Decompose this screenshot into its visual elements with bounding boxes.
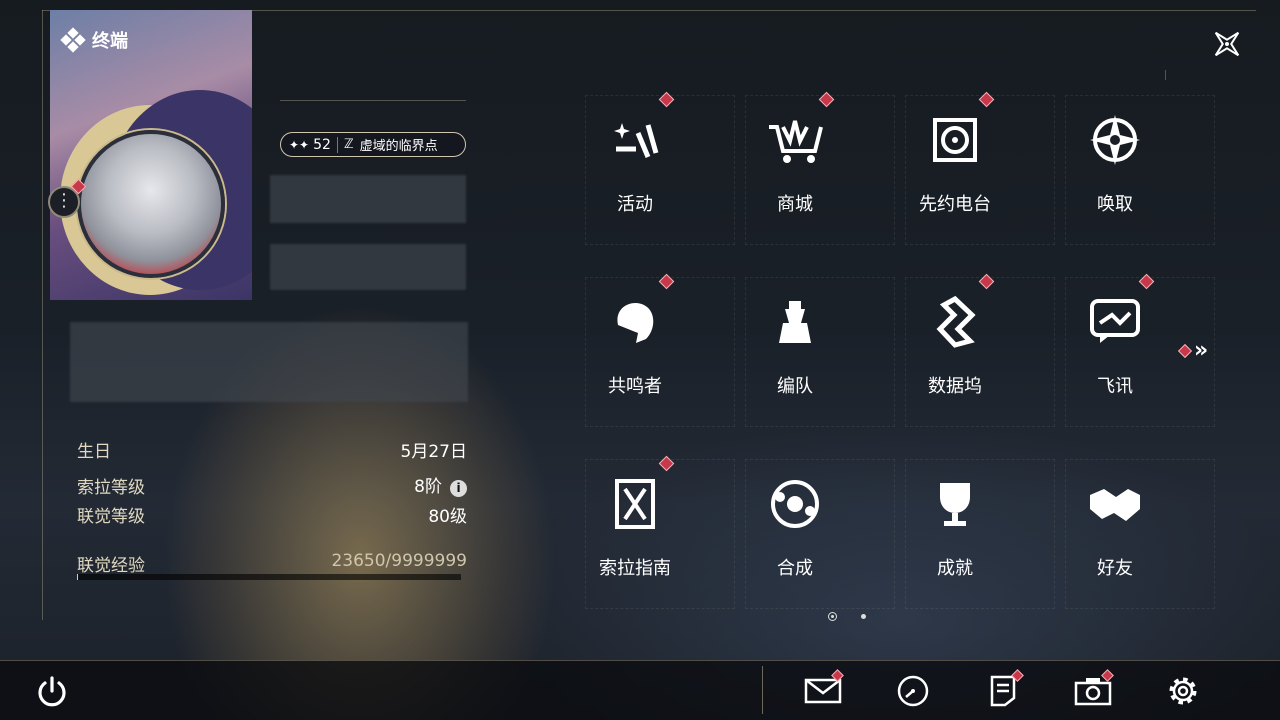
union-exp-value: 23650/9999999 — [331, 551, 467, 571]
level-group: ✦✦ 52 — [289, 136, 338, 153]
level-badge[interactable]: ✦✦ 52 ℤ 虚域的临界点 — [280, 132, 466, 157]
avatar[interactable] — [77, 130, 225, 278]
menu-item-handshake[interactable]: 好友 — [1055, 449, 1175, 589]
menu-item-summon[interactable]: 唤取 — [1055, 85, 1175, 225]
menu-item-shop-cart[interactable]: 商城 — [735, 85, 855, 225]
guide-icon — [600, 469, 670, 539]
menu-item-label: 飞讯 — [1097, 376, 1133, 397]
menu-item-label: 共鸣者 — [608, 376, 662, 397]
menu-item-message[interactable]: 飞讯 — [1055, 267, 1175, 407]
close-icon[interactable] — [1205, 22, 1249, 66]
player-id-blurred — [270, 244, 466, 290]
region-label: 虚域的临界点 — [359, 139, 438, 154]
data-bank-icon — [920, 287, 990, 357]
next-page-notification-dot — [1177, 343, 1193, 358]
menu-item-label: 索拉指南 — [599, 558, 671, 579]
page-title: 终端 — [92, 31, 128, 52]
union-level-label: 联觉等级 — [77, 507, 145, 527]
camera-icon[interactable] — [1073, 669, 1114, 710]
sol-rank-value: 8阶 — [414, 477, 442, 497]
message-icon — [1080, 287, 1150, 357]
gear-icon[interactable] — [1163, 672, 1203, 710]
menu-item-label: 唤取 — [1097, 194, 1133, 215]
menu-item-label: 先约电台 — [919, 194, 991, 215]
menu-item-synthesis[interactable]: 合成 — [735, 449, 855, 589]
exp-progress-fill — [77, 574, 78, 580]
double-chevron-right-icon: » — [1194, 338, 1209, 363]
diamond-logo-icon — [60, 27, 86, 53]
notice-icon[interactable] — [983, 669, 1024, 710]
menu-item-activity[interactable]: 活动 — [575, 85, 695, 225]
page-indicator — [828, 612, 866, 621]
menu-item-data-bank[interactable]: 数据坞 — [895, 267, 1015, 407]
activity-icon — [600, 105, 670, 175]
menu-item-radio[interactable]: 先约电台 — [895, 85, 1015, 225]
menu-item-team[interactable]: 编队 — [735, 267, 855, 407]
sparkle-icon: ✦✦ — [289, 137, 310, 152]
radio-icon — [920, 105, 990, 175]
clock-icon[interactable] — [893, 672, 933, 710]
right-frame-line — [1165, 70, 1166, 80]
menu-item-guide[interactable]: 索拉指南 — [575, 449, 695, 589]
sol-rank-row: 8阶 i — [414, 472, 467, 497]
menu-item-label: 合成 — [777, 558, 813, 579]
trophy-icon — [920, 469, 990, 539]
menu-item-label: 数据坞 — [928, 376, 982, 397]
profile-divider — [280, 100, 466, 101]
power-icon[interactable] — [34, 674, 70, 710]
page-dot-2[interactable] — [861, 614, 866, 619]
union-exp-label: 联觉经验 — [77, 556, 145, 576]
terminal-title: 终端 — [60, 27, 128, 53]
next-page-button[interactable]: » — [1177, 338, 1209, 363]
level-value: 52 — [313, 136, 331, 153]
resonator-icon — [600, 287, 670, 357]
menu-item-label: 编队 — [777, 376, 813, 397]
menu-item-resonator[interactable]: 共鸣者 — [575, 267, 695, 407]
birthday-label: 生日 — [77, 442, 111, 462]
info-icon[interactable]: i — [450, 480, 467, 497]
left-frame-line — [42, 10, 43, 620]
page-dot-1[interactable] — [828, 612, 837, 621]
signature-blurred — [70, 322, 468, 402]
player-name-blurred — [270, 175, 466, 223]
menu-item-trophy[interactable]: 成就 — [895, 449, 1015, 589]
menu-item-label: 商城 — [777, 194, 813, 215]
bottom-divider — [762, 666, 763, 714]
handshake-icon — [1080, 469, 1150, 539]
union-level-value: 80级 — [428, 507, 467, 527]
menu-item-label: 活动 — [617, 194, 653, 215]
summon-icon — [1080, 105, 1150, 175]
menu-item-label: 好友 — [1097, 558, 1133, 579]
menu-item-label: 成就 — [937, 558, 973, 579]
region-icon: ℤ — [343, 137, 354, 152]
team-icon — [760, 287, 830, 357]
exp-progress-bar — [77, 574, 461, 580]
sol-rank-label: 索拉等级 — [77, 478, 145, 498]
birthday-value: 5月27日 — [400, 442, 467, 462]
mail-icon[interactable] — [803, 669, 844, 710]
synthesis-icon — [760, 469, 830, 539]
shop-cart-icon — [760, 105, 830, 175]
